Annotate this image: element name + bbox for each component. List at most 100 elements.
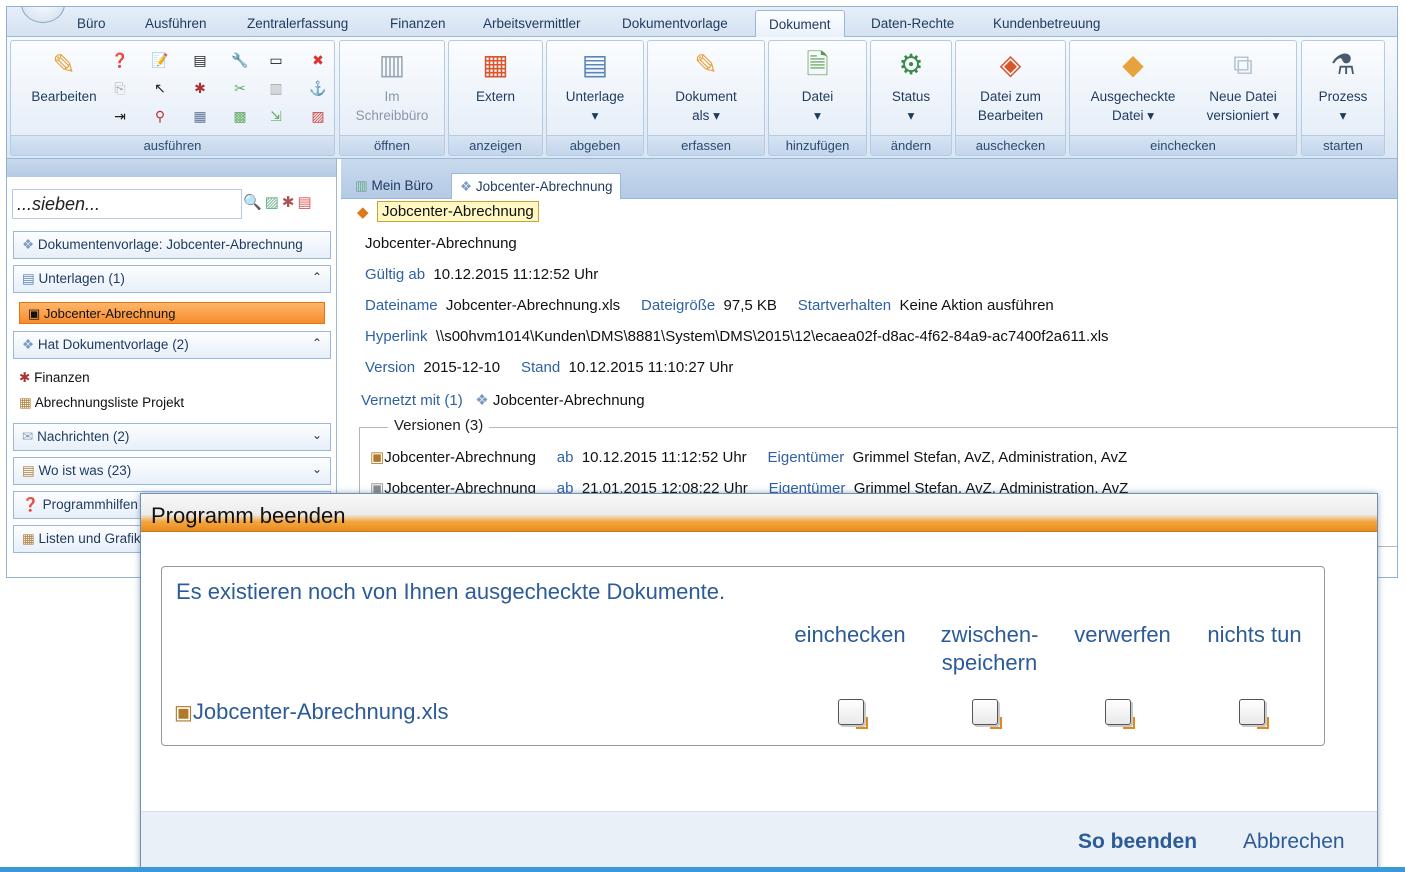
tool-icon[interactable]: ✂ xyxy=(231,79,249,97)
status-button[interactable]: ⚙ Status ▾ xyxy=(871,45,951,125)
collapse-icon[interactable]: ⌃ xyxy=(312,270,322,284)
bearbeiten-button[interactable]: ✎ Bearbeiten xyxy=(19,45,109,106)
template-icon: ❖ xyxy=(22,237,35,252)
excel-file-icon: ▣ xyxy=(28,306,41,321)
ribbon-tab-bar: Büro Ausführen Zentralerfassung Finanzen… xyxy=(7,7,1397,38)
doc-icon[interactable]: ▤ xyxy=(297,194,314,211)
tab-dokumentvorlage[interactable]: Dokumentvorlage xyxy=(622,16,728,31)
unterlage-icon: ▤ xyxy=(22,271,35,286)
nichts-tun-checkbox[interactable] xyxy=(1239,699,1269,729)
group-caption-erfassen: erfassen xyxy=(648,135,764,155)
bottom-accent-bar xyxy=(0,867,1405,872)
sieve-toolbar: 🔍▨✱▤ xyxy=(243,193,315,211)
grid-icon[interactable]: ▩ xyxy=(231,107,249,125)
tab-buero[interactable]: Büro xyxy=(77,16,106,31)
abbrechen-button[interactable]: Abbrechen xyxy=(1243,830,1345,854)
vernetzt-link[interactable]: Jobcenter-Abrechnung xyxy=(493,392,645,409)
panel-unterlagen[interactable]: ▤ Unterlagen (1) ⌃ xyxy=(13,265,331,293)
file-add-icon: 🗎 xyxy=(806,49,829,80)
exit-icon[interactable]: ⇥ xyxy=(111,107,129,125)
ribbon: ✎ Bearbeiten ❓ 📝 ▤ 🔧 ▭ ✖ ⎘ ↖ ✱ ✂ ▥ ⚓ ⇥ ⚲… xyxy=(7,37,1397,159)
checked-out-file: ▣Jobcenter-Abrechnung.xls xyxy=(174,699,449,724)
version-row-1[interactable]: ▣Jobcenter-Abrechnung ab 10.12.2015 11:1… xyxy=(370,448,1127,466)
list-item-finanzen[interactable]: ✱ Finanzen xyxy=(19,370,90,386)
column-zwischenspeichern: zwischen- speichern xyxy=(940,622,1039,675)
chart-icon[interactable]: ▦ xyxy=(191,107,209,125)
zwischenspeichern-checkbox[interactable] xyxy=(972,699,1002,729)
office-icon: ▥ xyxy=(355,178,368,193)
delete-icon[interactable]: ✖ xyxy=(309,51,327,69)
cursor-icon[interactable]: ↖ xyxy=(151,79,169,97)
image-icon[interactable]: ▨ xyxy=(309,107,327,125)
list-item-jobcenter-abrechnung[interactable]: ▣ Jobcenter-Abrechnung xyxy=(19,302,325,324)
prozess-button[interactable]: ⚗ Prozess ▾ xyxy=(1302,45,1384,125)
datei-button[interactable]: 🗎 Datei ▾ xyxy=(769,45,866,125)
group-abgeben: ▤ Unterlage ▾ abgeben xyxy=(546,40,644,156)
group-erfassen: ✎ Dokument als ▾ erfassen xyxy=(647,40,765,156)
pencil-icon: ✎ xyxy=(52,49,76,80)
anchor-icon[interactable]: ⚓ xyxy=(309,79,327,97)
extern-button[interactable]: ▦ Extern xyxy=(449,45,542,106)
group-starten: ⚗ Prozess ▾ starten xyxy=(1301,40,1385,156)
column-verwerfen: verwerfen xyxy=(1074,622,1171,647)
tab-daten-rechte[interactable]: Daten-Rechte xyxy=(871,16,954,31)
search-icon[interactable]: 🔍 xyxy=(243,194,265,211)
extern-icon: ▦ xyxy=(482,49,509,80)
panel-hat-dokumentvorlage[interactable]: ❖ Hat Dokumentvorlage (2) ⌃ xyxy=(13,331,331,359)
people-icon[interactable]: ✱ xyxy=(191,79,209,97)
key-icon[interactable]: 🔧 xyxy=(231,51,249,69)
expand-icon[interactable]: ⌄ xyxy=(312,462,322,476)
tab-ausfuehren[interactable]: Ausführen xyxy=(145,16,207,31)
finance-icon: ✱ xyxy=(19,370,31,385)
office-icon: ▥ xyxy=(378,49,406,80)
note-icon[interactable]: 📝 xyxy=(151,51,169,69)
checked-out-icon: ◆ xyxy=(1122,49,1144,80)
status-icon: ⚙ xyxy=(898,49,924,80)
form-icon[interactable]: ▤ xyxy=(191,51,209,69)
versionen-legend: Versionen (3) xyxy=(388,417,490,434)
abc-icon[interactable]: ▭ xyxy=(267,51,285,69)
expand-icon[interactable]: ⌄ xyxy=(312,428,322,442)
neue-datei-versioniert-button[interactable]: ⧉ Neue Datei versioniert ▾ xyxy=(1190,45,1296,125)
so-beenden-button[interactable]: So beenden xyxy=(1078,830,1197,854)
panel-wo-ist-was[interactable]: ▤ Wo ist was (23) ⌄ xyxy=(13,457,331,485)
vernetzt-row: Vernetzt mit (1) ❖ Jobcenter-Abrechnung xyxy=(361,392,645,409)
list-icon: ▦ xyxy=(22,531,35,546)
mail-icon: ✉ xyxy=(22,429,34,444)
people-icon[interactable]: ✱ xyxy=(282,194,298,211)
help-icon[interactable]: ❓ xyxy=(111,51,129,69)
dialog-message: Es existieren noch von Ihnen ausgecheckt… xyxy=(176,579,726,604)
tab-arbeitsvermittler[interactable]: Arbeitsvermittler xyxy=(483,16,581,31)
tab-kundenbetreuung[interactable]: Kundenbetreuung xyxy=(993,16,1100,31)
tab-jobcenter-abrechnung[interactable]: ❖ Jobcenter-Abrechnung xyxy=(451,173,622,199)
copy-icon[interactable]: ⎘ xyxy=(111,79,129,97)
dialog-footer: So beenden Abbrechen xyxy=(141,811,1377,871)
ausgecheckte-datei-button[interactable]: ◆ Ausgecheckte Datei ▾ xyxy=(1078,45,1188,125)
picture-icon[interactable]: ▨ xyxy=(265,194,282,211)
left-pane-header xyxy=(7,159,336,177)
einchecken-checkbox[interactable] xyxy=(838,699,868,729)
sieve-input[interactable]: ...sieben... xyxy=(12,189,242,219)
tab-zentralerfassung[interactable]: Zentralerfassung xyxy=(247,16,348,31)
group-caption-hinzufuegen: hinzufügen xyxy=(769,135,866,155)
datei-zum-bearbeiten-button[interactable]: ◈ Datei zum Bearbeiten xyxy=(956,45,1065,125)
tab-dokument[interactable]: Dokument xyxy=(755,10,845,38)
building-icon[interactable]: ▥ xyxy=(267,79,285,97)
unterlage-button[interactable]: ▤ Unterlage ▾ xyxy=(547,45,643,125)
search-people-icon[interactable]: ⚲ xyxy=(151,107,169,125)
im-schreibbuero-button[interactable]: ▥ Im Schreibbüro xyxy=(340,45,444,125)
process-icon: ⚗ xyxy=(1330,49,1356,80)
dokument-als-button[interactable]: ✎ Dokument als ▾ xyxy=(648,45,764,125)
group-caption-anzeigen: anzeigen xyxy=(449,135,542,155)
tab-mein-buero[interactable]: ▥ Mein Büro xyxy=(347,173,441,199)
panel-dokumentenvorlage[interactable]: ❖ Dokumentenvorlage: Jobcenter-Abrechnun… xyxy=(13,231,331,259)
hyperlink[interactable]: \\s00hvm1014\Kunden\DMS\8881\System\DMS\… xyxy=(436,328,1109,345)
verwerfen-checkbox[interactable] xyxy=(1105,699,1135,729)
template-icon: ❖ xyxy=(460,179,473,194)
export-icon[interactable]: ⇲ xyxy=(267,107,285,125)
panel-nachrichten[interactable]: ✉ Nachrichten (2) ⌄ xyxy=(13,423,331,451)
collapse-icon[interactable]: ⌃ xyxy=(312,336,322,350)
tab-finanzen[interactable]: Finanzen xyxy=(390,16,446,31)
help-icon: ❓ xyxy=(22,497,39,512)
list-item-abrechnungsliste[interactable]: ▦ Abrechnungsliste Projekt xyxy=(19,395,184,411)
